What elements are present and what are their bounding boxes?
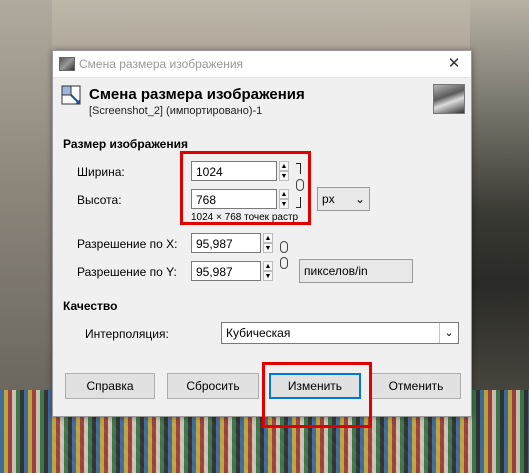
res-y-label: Разрешение по Y: <box>77 265 177 279</box>
spin-up-icon[interactable]: ▲ <box>263 233 273 243</box>
spin-down-icon[interactable]: ▼ <box>263 271 273 281</box>
spin-down-icon[interactable]: ▼ <box>263 243 273 253</box>
image-thumbnail <box>433 84 465 114</box>
cancel-button-label: Отменить <box>388 379 444 393</box>
interpolation-select[interactable]: Кубическая ⌄ <box>221 322 459 344</box>
chain-link-icon[interactable] <box>280 241 288 253</box>
window-title: Смена размера изображения <box>79 57 244 71</box>
chain-bracket-bottom <box>296 197 301 208</box>
resolution-unit-select[interactable]: пикселов/in <box>299 259 413 283</box>
reset-button-label: Сбросить <box>186 379 240 393</box>
dialog-heading: Смена размера изображения <box>89 86 305 103</box>
cancel-button[interactable]: Отменить <box>371 373 461 399</box>
close-icon[interactable]: ✕ <box>437 51 471 77</box>
width-spinner[interactable]: ▲ ▼ <box>279 161 289 181</box>
help-button[interactable]: Справка <box>65 373 155 399</box>
unit-select[interactable]: px ⌄ <box>317 187 370 211</box>
interpolation-value: Кубическая <box>226 326 291 340</box>
spin-up-icon[interactable]: ▲ <box>263 261 273 271</box>
chain-link-icon[interactable] <box>280 257 288 269</box>
resolution-chain-button[interactable] <box>280 235 288 281</box>
quality-title: Качество <box>63 299 118 313</box>
res-x-label: Разрешение по X: <box>77 237 178 251</box>
height-spinner[interactable]: ▲ ▼ <box>279 189 289 209</box>
unit-value: px <box>322 192 335 206</box>
reset-button[interactable]: Сбросить <box>167 373 259 399</box>
gimp-app-icon <box>59 57 75 71</box>
res-x-spinner[interactable]: ▲ ▼ <box>263 233 273 253</box>
change-button-label: Изменить <box>287 379 343 393</box>
spin-up-icon[interactable]: ▲ <box>279 161 289 171</box>
spin-up-icon[interactable]: ▲ <box>279 189 289 199</box>
interpolation-label: Интерполяция: <box>85 327 169 341</box>
chevron-down-icon: ⌄ <box>354 192 365 206</box>
title-bar: Смена размера изображения ✕ <box>53 51 471 78</box>
res-x-input[interactable]: 95,987 <box>191 233 261 253</box>
height-input[interactable]: 768 <box>191 189 277 209</box>
res-y-spinner[interactable]: ▲ ▼ <box>263 261 273 281</box>
height-label: Высота: <box>77 193 122 207</box>
quality-section: Качество Интерполяция: Кубическая ⌄ <box>53 291 471 351</box>
size-chain-button[interactable] <box>296 163 304 209</box>
chain-link-icon[interactable] <box>296 179 304 191</box>
chain-bracket-top <box>296 163 301 174</box>
chevron-down-icon[interactable]: ⌄ <box>439 323 458 343</box>
image-name: [Screenshot_2] (импортировано)-1 <box>89 105 263 117</box>
width-label: Ширина: <box>77 165 125 179</box>
resize-icon <box>61 85 83 107</box>
spin-down-icon[interactable]: ▼ <box>279 199 289 209</box>
dialog-header: Смена размера изображения [Screenshot_2]… <box>53 78 471 120</box>
image-size-title: Размер изображения <box>63 137 188 151</box>
size-info: 1024 × 768 точек растр <box>191 212 299 223</box>
res-y-input[interactable]: 95,987 <box>191 261 261 281</box>
image-size-section: Размер изображения Ширина: 1024 ▲ ▼ Высо… <box>53 131 471 283</box>
help-button-label: Справка <box>86 379 134 393</box>
resize-dialog: Смена размера изображения ✕ Смена размер… <box>52 50 472 417</box>
resolution-unit-value: пикселов/in <box>304 264 368 278</box>
change-button[interactable]: Изменить <box>269 373 361 399</box>
spin-down-icon[interactable]: ▼ <box>279 171 289 181</box>
width-input[interactable]: 1024 <box>191 161 277 181</box>
